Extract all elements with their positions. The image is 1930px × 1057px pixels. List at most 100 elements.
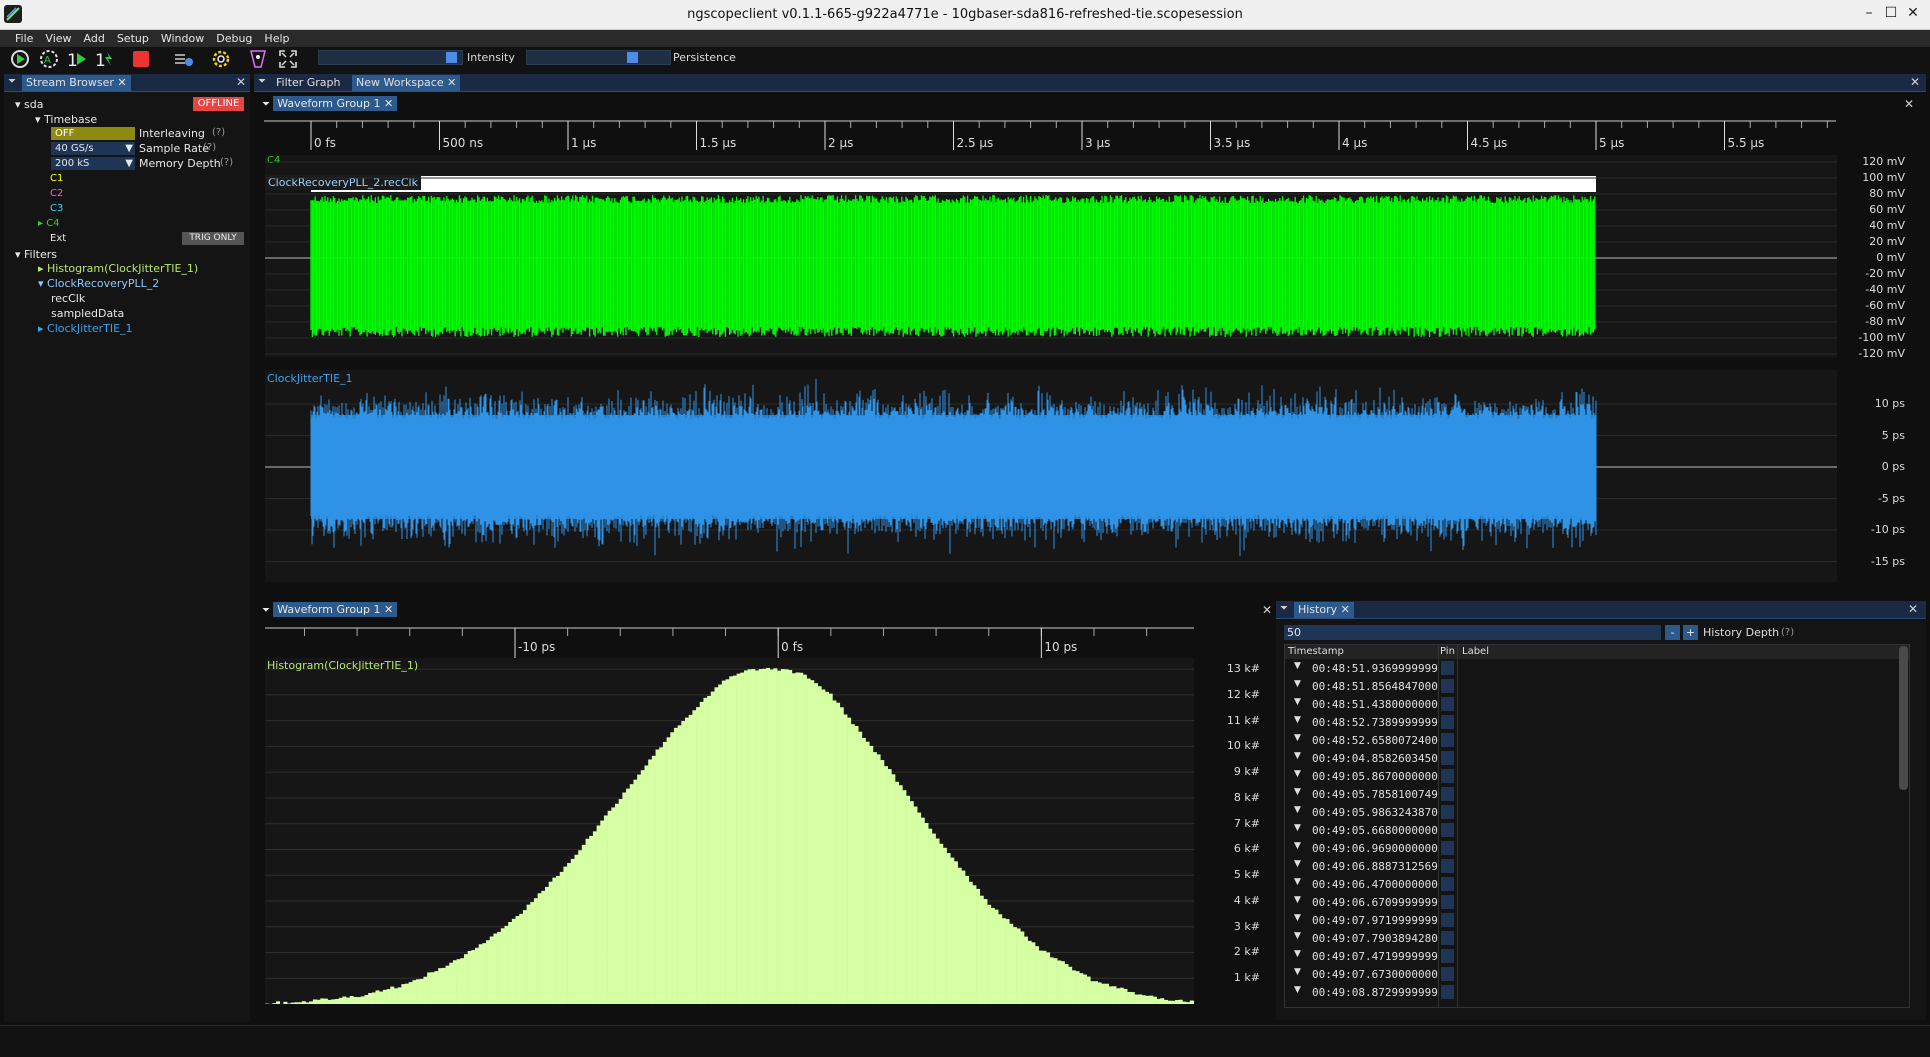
history-row[interactable]: ▼ 00:48:51.8564847000 bbox=[1286, 677, 1448, 695]
panel-menu-icon[interactable]: ⏷ bbox=[262, 99, 273, 110]
persistence-slider-handle[interactable] bbox=[626, 52, 638, 63]
filter-pll[interactable]: ▾ ClockRecoveryPLL_2 bbox=[38, 277, 159, 290]
history-row[interactable]: ▼ 00:49:06.8887312569 bbox=[1286, 857, 1448, 875]
history-row[interactable]: ▼ 00:49:07.9719999999 bbox=[1286, 911, 1448, 929]
pin-checkbox[interactable] bbox=[1441, 895, 1454, 909]
menu-file[interactable]: File bbox=[0, 30, 39, 47]
panel-menu-icon[interactable]: ⏷ bbox=[8, 76, 16, 87]
pin-checkbox[interactable] bbox=[1441, 913, 1454, 927]
panel-menu-icon[interactable]: ⏷ bbox=[262, 605, 273, 616]
pin-checkbox[interactable] bbox=[1441, 985, 1454, 999]
expand-icon[interactable]: ▼ bbox=[1294, 967, 1301, 977]
sample-rate-help[interactable]: (?) bbox=[203, 142, 216, 153]
history-row[interactable]: ▼ 00:49:05.9863243870 bbox=[1286, 803, 1448, 821]
force-trigger-icon[interactable]: 1 bbox=[94, 48, 116, 70]
filter-tie[interactable]: ▸ ClockJitterTIE_1 bbox=[38, 322, 133, 335]
color-ramp-icon[interactable] bbox=[247, 48, 269, 70]
panel-menu-icon[interactable]: ⏷ bbox=[258, 76, 266, 87]
expand-icon[interactable]: ▼ bbox=[1294, 679, 1301, 689]
memory-depth-help[interactable]: (?) bbox=[220, 157, 233, 168]
history-depth-decrement[interactable]: - bbox=[1665, 625, 1680, 640]
expand-icon[interactable]: ▼ bbox=[1294, 877, 1301, 887]
expand-icon[interactable]: ▼ bbox=[1294, 913, 1301, 923]
expand-icon[interactable]: ▼ bbox=[1294, 733, 1301, 743]
close-group-button[interactable]: ✕ bbox=[1904, 97, 1914, 111]
tab-history[interactable]: History ✕ bbox=[1294, 602, 1354, 618]
pin-checkbox[interactable] bbox=[1441, 931, 1454, 945]
persistence-slider[interactable] bbox=[526, 50, 671, 65]
history-row[interactable]: ▼ 00:48:52.7389999999 bbox=[1286, 713, 1448, 731]
pin-checkbox[interactable] bbox=[1441, 841, 1454, 855]
fullscreen-icon[interactable] bbox=[277, 48, 299, 70]
close-panel-button[interactable]: ✕ bbox=[236, 75, 246, 89]
close-group-button[interactable]: ✕ bbox=[1262, 603, 1272, 617]
history-row[interactable]: ▼ 00:49:07.4719999999 bbox=[1286, 947, 1448, 965]
expand-icon[interactable]: ▼ bbox=[1294, 823, 1301, 833]
pin-checkbox[interactable] bbox=[1441, 805, 1454, 819]
expand-icon[interactable]: ▼ bbox=[1294, 697, 1301, 707]
history-row[interactable]: ▼ 00:49:05.8670000000 bbox=[1286, 767, 1448, 785]
channel-c3[interactable]: C3 bbox=[50, 203, 63, 214]
tab-waveform-group-bottom[interactable]: Waveform Group 1 ✕ bbox=[273, 602, 398, 617]
history-row[interactable]: ▼ 00:49:06.6709999999 bbox=[1286, 893, 1448, 911]
pin-checkbox[interactable] bbox=[1441, 751, 1454, 765]
history-row[interactable]: ▼ 00:49:06.4700000000 bbox=[1286, 875, 1448, 893]
expand-icon[interactable]: ▼ bbox=[1294, 949, 1301, 959]
expand-icon[interactable]: ▼ bbox=[1294, 841, 1301, 851]
menu-debug[interactable]: Debug bbox=[210, 30, 258, 47]
history-row[interactable]: ▼ 00:49:05.6680000000 bbox=[1286, 821, 1448, 839]
pin-checkbox[interactable] bbox=[1441, 679, 1454, 693]
expand-icon[interactable]: ▼ bbox=[1294, 859, 1301, 869]
menu-help[interactable]: Help bbox=[258, 30, 295, 47]
history-row[interactable]: ▼ 00:48:51.9369999999 bbox=[1286, 659, 1448, 677]
intensity-slider[interactable] bbox=[318, 50, 463, 65]
menu-add[interactable]: Add bbox=[78, 30, 111, 47]
pin-checkbox[interactable] bbox=[1441, 661, 1454, 675]
col-timestamp[interactable]: Timestamp bbox=[1288, 646, 1344, 657]
history-depth-increment[interactable]: + bbox=[1683, 625, 1698, 640]
channel-c1[interactable]: C1 bbox=[50, 173, 63, 184]
history-row[interactable]: ▼ 00:48:52.6580072400 bbox=[1286, 731, 1448, 749]
col-label[interactable]: Label bbox=[1462, 646, 1489, 657]
tab-waveform-group-top[interactable]: Waveform Group 1 ✕ bbox=[273, 96, 398, 111]
pin-checkbox[interactable] bbox=[1441, 877, 1454, 891]
history-list-icon[interactable] bbox=[172, 48, 194, 70]
history-scrollbar[interactable] bbox=[1899, 646, 1908, 790]
time-axis[interactable]: 0 fs 500 ns 1 µs 1.5 µs 2 µs 2.5 µs 3 µs 3.5 µs… bbox=[258, 112, 1922, 152]
menu-view[interactable]: View bbox=[39, 30, 77, 47]
gear-icon[interactable] bbox=[210, 48, 232, 70]
timebase-node[interactable]: ▾ Timebase bbox=[35, 113, 97, 126]
pin-checkbox[interactable] bbox=[1441, 949, 1454, 963]
pin-checkbox[interactable] bbox=[1441, 859, 1454, 873]
channel-c4[interactable]: ▸ C4 bbox=[38, 218, 60, 229]
col-pin[interactable]: Pin bbox=[1440, 646, 1455, 657]
instrument-node[interactable]: ▾ sda bbox=[15, 98, 44, 111]
expand-icon[interactable]: ▼ bbox=[1294, 751, 1301, 761]
menu-window[interactable]: Window bbox=[155, 30, 210, 47]
expand-icon[interactable]: ▼ bbox=[1294, 895, 1301, 905]
single-trigger-icon[interactable]: 1 bbox=[66, 48, 88, 70]
pin-checkbox[interactable] bbox=[1441, 787, 1454, 801]
history-row[interactable]: ▼ 00:49:06.9690000000 bbox=[1286, 839, 1448, 857]
tab-new-workspace[interactable]: New Workspace ✕ bbox=[352, 75, 461, 91]
interleaving-help[interactable]: (?) bbox=[212, 127, 225, 138]
expand-icon[interactable]: ▼ bbox=[1294, 661, 1301, 671]
history-row[interactable]: ▼ 00:49:05.7858100749 bbox=[1286, 785, 1448, 803]
histogram-label[interactable]: Histogram(ClockJitterTIE_1) bbox=[267, 659, 418, 672]
close-panel-button[interactable]: ✕ bbox=[1908, 602, 1918, 616]
stop-trigger-icon[interactable] bbox=[130, 48, 152, 70]
history-depth-input[interactable]: 50 bbox=[1284, 625, 1661, 640]
close-panel-button[interactable]: ✕ bbox=[1910, 75, 1920, 89]
history-row[interactable]: ▼ 00:49:04.8582603450 bbox=[1286, 749, 1448, 767]
memory-depth-select[interactable]: 200 kS ▼ bbox=[51, 157, 135, 170]
menu-setup[interactable]: Setup bbox=[111, 30, 155, 47]
pin-checkbox[interactable] bbox=[1441, 769, 1454, 783]
history-depth-help[interactable]: (?) bbox=[1781, 627, 1794, 638]
expand-icon[interactable]: ▼ bbox=[1294, 985, 1301, 995]
expand-icon[interactable]: ▼ bbox=[1294, 715, 1301, 725]
filters-node[interactable]: ▾ Filters bbox=[15, 248, 57, 261]
expand-icon[interactable]: ▼ bbox=[1294, 931, 1301, 941]
expand-icon[interactable]: ▼ bbox=[1294, 787, 1301, 797]
expand-icon[interactable]: ▼ bbox=[1294, 769, 1301, 779]
filter-histogram[interactable]: ▸ Histogram(ClockJitterTIE_1) bbox=[38, 262, 198, 275]
